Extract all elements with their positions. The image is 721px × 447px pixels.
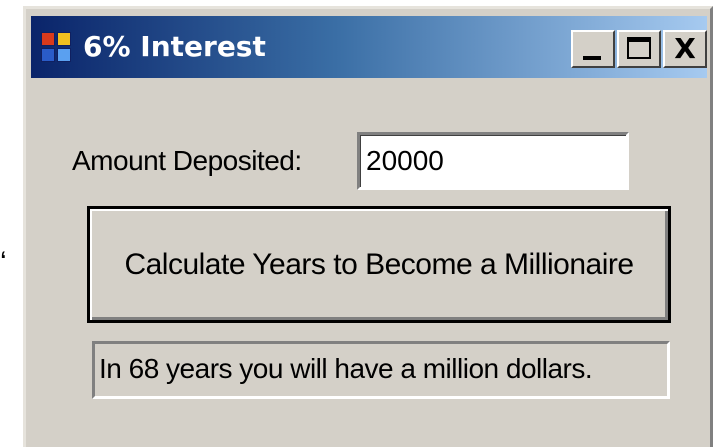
maximize-icon	[627, 37, 651, 59]
window-title: 6% Interest	[83, 30, 266, 63]
stray-quote-mark: ‘	[0, 246, 7, 279]
result-label: In 68 years you will have a million doll…	[92, 341, 670, 399]
close-button[interactable]: X	[663, 30, 707, 68]
close-icon: X	[674, 32, 696, 65]
app-window-icon[interactable]	[41, 32, 73, 64]
amount-deposited-input[interactable]	[357, 132, 629, 190]
minimize-icon	[583, 56, 601, 60]
title-bar[interactable]: 6% Interest X	[31, 16, 707, 78]
maximize-button[interactable]	[617, 30, 661, 68]
app-window: 6% Interest X Amount Deposited: Calculat…	[23, 6, 713, 447]
amount-deposited-label: Amount Deposited:	[72, 145, 302, 176]
minimize-button[interactable]	[571, 30, 615, 68]
calculate-years-button[interactable]: Calculate Years to Become a Millionaire	[87, 206, 671, 323]
